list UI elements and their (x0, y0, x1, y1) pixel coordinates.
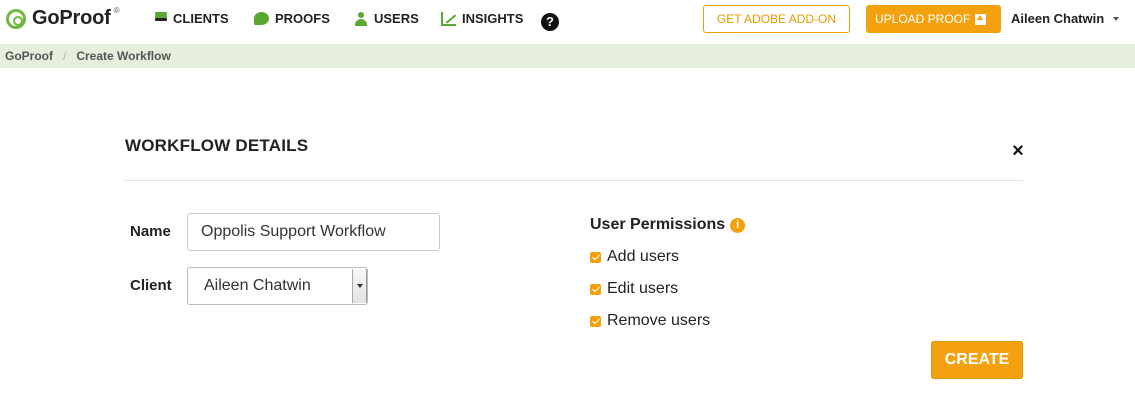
permission-label: Remove users (607, 312, 711, 329)
upload-proof-label: UPLOAD PROOF (875, 12, 971, 26)
checkbox-checked-icon[interactable] (590, 315, 601, 327)
permission-remove-users[interactable]: Remove users (590, 312, 710, 330)
divider (125, 180, 1023, 181)
breadcrumb: GoProof / Create Workflow (0, 44, 1135, 68)
nav-item-label: CLIENTS (173, 11, 229, 26)
nav-item-users[interactable]: USERS (354, 11, 419, 26)
help-icon[interactable]: ? (541, 13, 559, 31)
goproof-logo[interactable]: GoProof ® (6, 6, 120, 30)
proofs-icon (254, 12, 269, 25)
nav-item-proofs[interactable]: PROOFS (254, 11, 330, 26)
goproof-logo-icon (6, 8, 26, 29)
select-arrow-icon[interactable] (352, 269, 366, 303)
info-icon[interactable]: i (730, 217, 746, 233)
name-label: Name (130, 223, 171, 240)
breadcrumb-root[interactable]: GoProof (5, 49, 53, 63)
permission-edit-users[interactable]: Edit users (590, 280, 678, 298)
nav-item-label: PROOFS (275, 11, 330, 26)
top-navbar: GoProof ® CLIENTS PROOFS USERS INSIGHTS … (0, 0, 1135, 44)
nav-item-insights[interactable]: INSIGHTS (441, 11, 523, 26)
client-select[interactable]: Aileen Chatwin (187, 267, 368, 305)
users-icon (354, 11, 368, 26)
checkbox-checked-icon[interactable] (590, 283, 601, 295)
clients-icon (155, 12, 167, 25)
client-label: Client (130, 277, 172, 294)
client-select-value: Aileen Chatwin (204, 277, 311, 294)
breadcrumb-separator: / (63, 49, 67, 63)
get-adobe-addon-button[interactable]: GET ADOBE ADD-ON (703, 5, 850, 33)
nav-item-label: USERS (374, 11, 419, 26)
user-menu[interactable]: Aileen Chatwin (1011, 11, 1120, 26)
logo-trademark: ® (113, 6, 120, 15)
permission-add-users[interactable]: Add users (590, 248, 679, 266)
panel-title: WORKFLOW DETAILS (125, 136, 309, 155)
close-icon[interactable]: × (1009, 141, 1027, 161)
logo-text: GoProof (32, 7, 111, 29)
breadcrumb-current: Create Workflow (76, 49, 171, 63)
upload-proof-button[interactable]: UPLOAD PROOF (866, 5, 1001, 33)
caret-down-icon (1113, 16, 1120, 21)
insights-icon (441, 11, 456, 26)
name-input[interactable] (187, 213, 440, 251)
user-name: Aileen Chatwin (1011, 11, 1105, 26)
create-button[interactable]: CREATE (931, 341, 1023, 379)
nav-item-clients[interactable]: CLIENTS (155, 11, 229, 26)
user-permissions-title: User Permissions i (590, 216, 746, 234)
nav-item-label: INSIGHTS (462, 11, 524, 26)
permission-label: Edit users (607, 280, 679, 297)
permission-label: Add users (607, 248, 680, 265)
user-permissions-label: User Permissions (590, 216, 726, 233)
checkbox-checked-icon[interactable] (590, 251, 601, 263)
upload-icon (975, 13, 987, 25)
